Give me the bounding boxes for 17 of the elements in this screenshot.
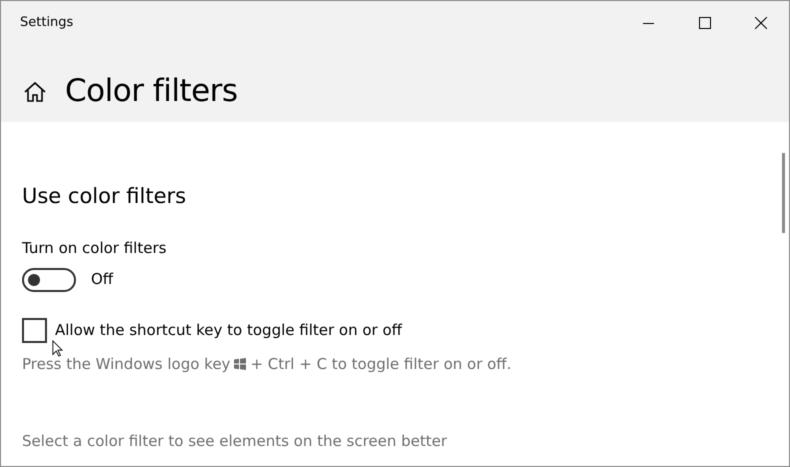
checkbox-label: Allow the shortcut key to toggle filter on or off <box>55 320 402 341</box>
section-title: Use color filters <box>22 184 188 210</box>
toggle-state: Off <box>91 269 114 290</box>
close-icon <box>755 17 767 29</box>
toggle-switch[interactable] <box>22 268 76 292</box>
home-icon[interactable] <box>23 80 47 103</box>
toggle-label: Turn on color filters <box>22 238 168 260</box>
window-title: Settings <box>19 14 74 32</box>
hint-text: + Ctrl + C to toggle filter on or off. <box>250 354 512 375</box>
page-title: Color filters <box>65 73 238 110</box>
scrollbar[interactable] <box>782 153 785 233</box>
description-text: Select a color filter to see elements on the screen better <box>22 431 448 452</box>
hint-text: Press the Windows logo key <box>22 354 230 375</box>
checkbox[interactable] <box>22 318 47 343</box>
windows-logo-icon <box>234 358 246 370</box>
mouse-cursor-icon <box>52 340 63 357</box>
maximize-icon <box>699 17 711 29</box>
